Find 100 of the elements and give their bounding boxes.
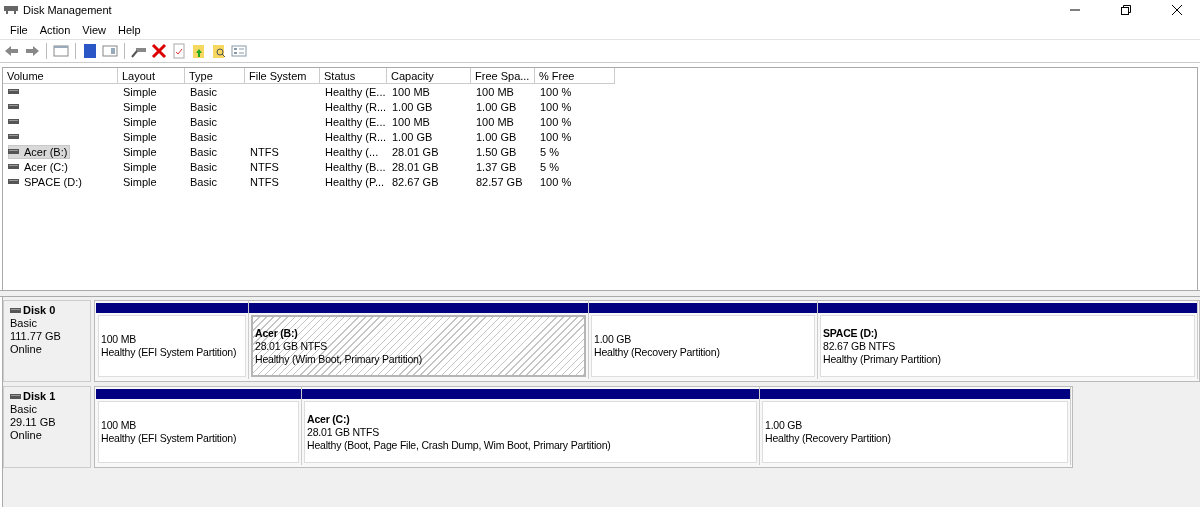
column-header[interactable]: % Free xyxy=(535,68,615,84)
table-cell: Simple xyxy=(123,175,157,188)
table-cell: 1.50 GB xyxy=(476,145,517,158)
table-cell: 1.00 GB xyxy=(476,130,517,143)
menu-item[interactable]: File xyxy=(4,23,34,36)
table-cell: 1.37 GB xyxy=(476,160,517,173)
table-cell: Basic xyxy=(190,160,217,173)
drive-icon xyxy=(10,394,21,399)
table-cell: Healthy (E... xyxy=(325,115,386,128)
disk-type: Basic xyxy=(10,403,38,416)
partition-size: 82.67 GB NTFS xyxy=(823,339,897,353)
drive-icon xyxy=(8,149,19,154)
partition-block[interactable]: SPACE (D:) 82.67 GB NTFS Healthy (Primary Partition) xyxy=(820,315,1195,377)
folder-up-icon[interactable] xyxy=(191,43,207,59)
disk-state: Online xyxy=(10,429,43,442)
partition-size: 28.01 GB NTFS xyxy=(307,425,381,439)
table-cell: Basic xyxy=(190,145,217,158)
column-header[interactable]: File System xyxy=(245,68,320,84)
partition-name: Acer (C:) xyxy=(307,412,351,426)
drive-icon xyxy=(8,89,19,94)
table-cell: NTFS xyxy=(250,175,279,188)
table-cell: 28.01 GB xyxy=(392,145,439,158)
forward-arrow-icon[interactable] xyxy=(24,43,40,59)
table-cell: Basic xyxy=(190,130,217,143)
table-cell: 100 MB xyxy=(392,85,430,98)
restore-icon xyxy=(1121,5,1131,15)
table-cell[interactable]: SPACE (D:) xyxy=(22,175,84,188)
partition-block[interactable]: 1.00 GB Healthy (Recovery Partition) xyxy=(762,401,1068,463)
partition-block[interactable]: Acer (C:) 28.01 GB NTFS Healthy (Boot, Page File, Crash Dump, Wim Boot, Primary Partition) xyxy=(304,401,757,463)
partition-block[interactable]: Acer (B:) 28.01 GB NTFS Healthy (Wim Boot, Primary Partition) xyxy=(251,315,586,377)
table-cell: Simple xyxy=(123,130,157,143)
table-cell: Basic xyxy=(190,85,217,98)
partition-status: Healthy (Boot, Page File, Crash Dump, Wim Boot, Primary Partition) xyxy=(307,438,612,452)
table-cell: Healthy (... xyxy=(325,145,379,158)
table-cell: 5 % xyxy=(540,145,559,158)
column-header[interactable]: Volume xyxy=(3,68,118,84)
table-cell: 82.57 GB xyxy=(476,175,523,188)
column-header[interactable]: Layout xyxy=(118,68,185,84)
menu-item[interactable]: Action xyxy=(33,23,77,36)
table-cell: 5 % xyxy=(540,160,559,173)
table-cell: 100 % xyxy=(540,100,572,113)
drive-icon xyxy=(8,134,19,139)
table-cell: 100 % xyxy=(540,85,572,98)
partition-status: Healthy (EFI System Partition) xyxy=(101,346,238,359)
close-icon xyxy=(1172,5,1182,15)
partition-size: 1.00 GB xyxy=(765,419,804,432)
panel-icon[interactable] xyxy=(53,43,69,59)
window-title: Disk Management xyxy=(23,4,113,16)
table-cell: Healthy (E... xyxy=(325,85,386,98)
disk-type: Basic xyxy=(10,317,38,330)
disk-size: 29.11 GB xyxy=(10,416,57,429)
table-cell: 100 MB xyxy=(392,115,430,128)
partition-block[interactable]: 1.00 GB Healthy (Recovery Partition) xyxy=(591,315,815,377)
drive-icon xyxy=(8,119,19,124)
table-cell: 82.67 GB xyxy=(392,175,439,188)
table-cell: Simple xyxy=(123,115,157,128)
table-cell: NTFS xyxy=(250,145,279,158)
table-cell: 1.00 GB xyxy=(392,100,433,113)
table-cell: Simple xyxy=(123,160,157,173)
column-header[interactable]: Capacity xyxy=(387,68,471,84)
disk-size: 111.77 GB xyxy=(10,330,62,343)
disk-name: Disk 1 xyxy=(23,390,56,403)
disk-name: Disk 0 xyxy=(23,304,56,317)
table-cell: Healthy (R... xyxy=(325,100,387,113)
table-cell: Simple xyxy=(123,145,157,158)
pane-splitter[interactable] xyxy=(0,290,1200,297)
disk-management-icon xyxy=(4,5,18,15)
table-cell: Basic xyxy=(190,175,217,188)
table-cell: 100 % xyxy=(540,175,572,188)
delete-icon[interactable] xyxy=(151,43,167,59)
drive-icon xyxy=(8,179,19,184)
partition-status: Healthy (Recovery Partition) xyxy=(765,432,892,445)
table-cell: Simple xyxy=(123,85,157,98)
table-cell: Basic xyxy=(190,100,217,113)
partition-size: 1.00 GB xyxy=(594,333,633,346)
checklist-icon[interactable] xyxy=(171,43,187,59)
table-cell[interactable]: Acer (C:) xyxy=(22,160,70,173)
column-header[interactable]: Type xyxy=(185,68,245,84)
partition-name: Acer (B:) xyxy=(255,326,299,340)
table-cell: NTFS xyxy=(250,160,279,173)
table-cell: Simple xyxy=(123,100,157,113)
partition-size: 100 MB xyxy=(101,419,137,432)
menu-item[interactable]: Help xyxy=(111,23,147,36)
table-cell: Basic xyxy=(190,115,217,128)
table-cell: 100 MB xyxy=(476,115,514,128)
table-cell: Healthy (R... xyxy=(325,130,387,143)
table-cell: 1.00 GB xyxy=(476,100,517,113)
back-arrow-icon[interactable] xyxy=(4,43,20,59)
partition-block[interactable]: 100 MB Healthy (EFI System Partition) xyxy=(98,315,246,377)
partition-block[interactable]: 100 MB Healthy (EFI System Partition) xyxy=(98,401,299,463)
partition-status: Healthy (Primary Partition) xyxy=(823,352,942,366)
partition-status: Healthy (Recovery Partition) xyxy=(594,346,721,359)
table-cell: Healthy (B... xyxy=(325,160,386,173)
partition-size: 100 MB xyxy=(101,333,137,346)
folder-search-icon[interactable] xyxy=(211,43,227,59)
partition-status: Healthy (Wim Boot, Primary Partition) xyxy=(255,352,424,366)
column-header[interactable]: Free Spa... xyxy=(471,68,535,84)
drive-icon xyxy=(10,308,21,313)
menu-item[interactable]: View xyxy=(76,23,112,36)
column-header[interactable]: Status xyxy=(320,68,387,84)
